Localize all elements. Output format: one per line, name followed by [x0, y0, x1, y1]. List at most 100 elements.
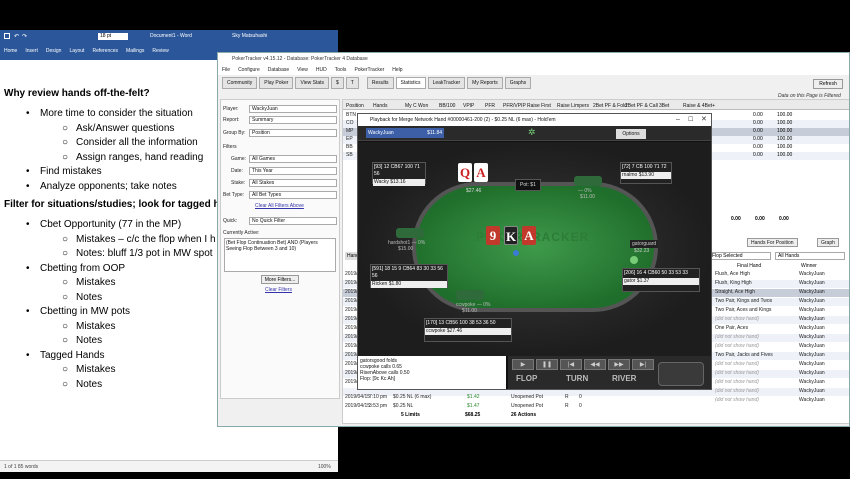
tab-results[interactable]: Results — [366, 77, 394, 89]
seat-hud-wacky[interactable]: [93] 12 CB67 100 71 56 Wacky $13.16 — [372, 162, 426, 186]
column-header[interactable]: PFR/VPIP — [503, 103, 526, 109]
menu-hud[interactable]: HUD — [316, 67, 327, 73]
flop-selected-dropdown[interactable]: Flop Selected — [709, 252, 771, 260]
seat-hud-rnalmo[interactable]: [72] 7 CB 100 71 72 rnalmo $13.90 — [620, 162, 672, 184]
hand-p1: R — [565, 403, 569, 409]
tab-leaktracker[interactable]: LeakTracker — [427, 77, 466, 89]
groupby-select[interactable]: Position — [249, 129, 337, 137]
minimize-icon[interactable]: – — [676, 116, 680, 123]
tab-cash[interactable]: $ — [331, 77, 344, 89]
undo-icon[interactable]: ↶ — [14, 33, 19, 40]
total-value: 0.00 — [755, 216, 765, 222]
hand-row[interactable]: 2019/04/15 3:53 pm $0.25 NL $1.47 Unopened P… — [343, 403, 849, 411]
column-header[interactable]: 2Bet PF & Fold — [593, 103, 627, 109]
ribbon-tab-layout[interactable]: Layout — [69, 48, 84, 56]
refresh-button[interactable]: Refresh — [813, 79, 843, 89]
column-header[interactable]: Hands — [373, 103, 387, 109]
seat-name-wacky: Wacky — [374, 179, 389, 185]
tab-my-reports[interactable]: My Reports — [467, 77, 503, 89]
ribbon-tab-references[interactable]: References — [92, 48, 118, 56]
font-size-box[interactable]: 18 pt — [98, 33, 128, 40]
tab-graphs[interactable]: Graphs — [504, 77, 532, 89]
ribbon-tab-home[interactable]: Home — [4, 48, 17, 56]
bullet-icon: ○ — [62, 151, 69, 163]
ribbon-tab-review[interactable]: Review — [152, 48, 168, 56]
street-turn-button[interactable]: TURN — [566, 374, 588, 383]
hand-won: $1.42 — [467, 394, 480, 400]
winner: WackyJuan — [799, 361, 825, 367]
ribbon-tab-design[interactable]: Design — [46, 48, 62, 56]
date-select[interactable]: This Year — [249, 167, 337, 175]
street-river-button[interactable]: RIVER — [612, 374, 636, 383]
doc-list-item: Consider all the information — [76, 137, 198, 148]
save-icon[interactable] — [4, 33, 10, 39]
play-button[interactable]: ▶ — [512, 359, 534, 370]
ribbon-tab-mailings[interactable]: Mailings — [126, 48, 144, 56]
graph-button[interactable]: Graph — [817, 238, 839, 247]
column-header[interactable]: BB/100 — [439, 103, 455, 109]
column-header[interactable]: VPIP — [463, 103, 474, 109]
column-header[interactable]: My C Won — [405, 103, 428, 109]
column-header[interactable]: PFR — [485, 103, 495, 109]
bullet-icon: • — [26, 108, 30, 119]
column-header[interactable]: Raise First — [527, 103, 551, 109]
stake-select[interactable]: All Stakes — [249, 179, 337, 187]
hands-for-position-button[interactable]: Hands For Position — [747, 238, 798, 247]
board-card-2: K — [504, 226, 518, 245]
tab-community[interactable]: Community — [222, 77, 258, 89]
settings-icon[interactable]: ✲ — [528, 127, 536, 138]
maximize-icon[interactable]: ☐ — [688, 116, 693, 123]
hero-selector[interactable]: WackyJuan $11.84 — [366, 128, 444, 138]
ribbon-tab-insert[interactable]: Insert — [25, 48, 38, 56]
pause-button[interactable]: ❚❚ — [536, 359, 558, 370]
report-select[interactable]: Summary — [249, 116, 337, 124]
close-icon[interactable]: ✕ — [701, 115, 707, 123]
column-header[interactable]: Raise Limpers — [557, 103, 589, 109]
menu-configure[interactable]: Configure — [238, 67, 260, 73]
final-hand-header[interactable]: Final Hand — [737, 263, 761, 269]
tab-tournament[interactable]: T — [345, 77, 359, 89]
hand-row[interactable]: 2019/04/15 7:10 pm $0.25 NL (6 max) $1.42 Un… — [343, 394, 849, 402]
winner-header[interactable]: Winner — [801, 263, 817, 269]
column-header[interactable]: Position — [346, 103, 364, 109]
clear-filters-link[interactable]: Clear Filters — [265, 287, 292, 293]
game-select[interactable]: All Games — [249, 155, 337, 163]
redo-icon[interactable]: ↷ — [22, 33, 27, 40]
tab-view-stats[interactable]: View Stats — [295, 77, 330, 89]
final-hand: (did not show hand) — [715, 361, 759, 367]
first-action-button[interactable]: |◀ — [560, 359, 582, 370]
previous-action-button[interactable]: ◀◀ — [584, 359, 606, 370]
more-filters-button[interactable]: More Filters... — [261, 275, 299, 284]
tab-play-poker[interactable]: Play Poker — [259, 77, 294, 89]
column-header[interactable]: 3Bet — [659, 103, 669, 109]
seat-hud-gator[interactable]: [206] 16 4 CB60 50 33 53 33 gator $1.37 — [622, 268, 700, 292]
position-name: CO — [346, 120, 354, 126]
final-hand: Two Pair, Kings and Twos — [715, 298, 773, 304]
street-flop-button[interactable]: FLOP — [516, 374, 537, 383]
hand-action-log[interactable]: gatorsgood folds ccwpoke calls 0.65 Rise… — [358, 356, 506, 389]
menu-file[interactable]: File — [222, 67, 230, 73]
menu-help[interactable]: Help — [392, 67, 402, 73]
player-select[interactable]: WackyJuan — [249, 105, 337, 113]
next-action-button[interactable]: ▶▶ — [608, 359, 630, 370]
seat-hud-ccwpoke[interactable]: [170] 13 CB56 100 38 53 36 50 ccwpoke $2… — [424, 318, 512, 342]
menu-database[interactable]: Database — [268, 67, 289, 73]
zoom-level[interactable]: 100% — [318, 464, 331, 470]
menu-view[interactable]: View — [297, 67, 308, 73]
column-header[interactable]: 2Bet PF & Call — [625, 103, 658, 109]
stat-value: 100.00 — [777, 120, 793, 126]
menu-pokertracker[interactable]: PokerTracker — [354, 67, 384, 73]
quick-filter-select[interactable]: No Quick Filter — [249, 217, 337, 225]
final-hand: One Pair, Aces — [715, 325, 749, 331]
tab-statistics[interactable]: Statistics — [395, 77, 426, 89]
seat-hud-ricken[interactable]: [591] 18 15 9 CB64 83 30 33 56 56 Ricken… — [370, 264, 448, 288]
bettype-select[interactable]: All Bet Types — [249, 191, 337, 199]
menu-tools[interactable]: Tools — [335, 67, 347, 73]
column-header[interactable]: Raise & 4Bet+ — [683, 103, 715, 109]
all-hands-dropdown[interactable]: All Hands — [775, 252, 845, 260]
last-action-button[interactable]: ▶| — [632, 359, 654, 370]
options-button[interactable]: Options — [616, 129, 646, 139]
clear-all-filters-link[interactable]: Clear All Filters Above — [255, 203, 304, 209]
doc-list-item: Cbet Opportunity (77 in the MP) — [40, 219, 182, 230]
doc-list-item: Notes — [76, 335, 103, 346]
